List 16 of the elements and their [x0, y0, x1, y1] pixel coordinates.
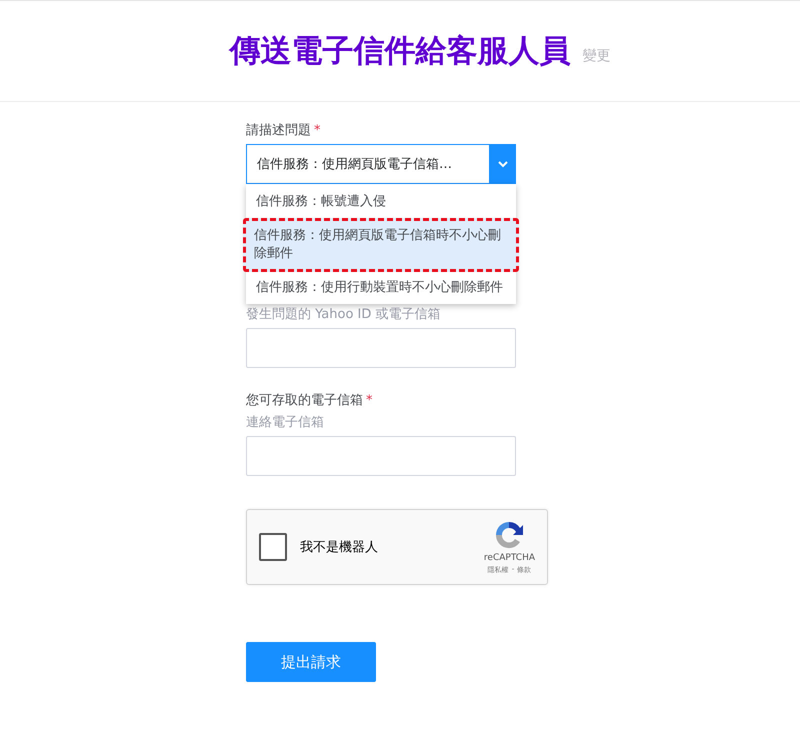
- field-label: 發生問題的 Yahoo ID 或電子信箱: [246, 306, 442, 324]
- captcha-brand: reCAPTCHA: [484, 553, 535, 563]
- chevron-down-icon: [498, 160, 508, 168]
- dropdown-option[interactable]: 信件服務：使用行動裝置時不小心刪除郵件: [246, 274, 516, 302]
- dropdown-option[interactable]: 信件服務：帳號遭入侵: [246, 188, 516, 216]
- captcha-checkbox[interactable]: [259, 533, 287, 561]
- input-field[interactable]: [246, 328, 516, 368]
- captcha-label: 我不是機器人: [300, 539, 379, 556]
- field-hint: 連絡電子信箱: [246, 414, 325, 432]
- page-title: 傳送電子信件給客服人員: [230, 32, 570, 71]
- input-field[interactable]: [246, 436, 516, 476]
- field-label: 請描述問題 *: [246, 122, 322, 140]
- refresh-arrows-icon: [493, 519, 526, 551]
- dropdown-option[interactable]: 信件服務：使用網頁版電子信箱時不小心刪除郵件: [243, 218, 519, 272]
- field-label: 您可存取的電子信箱 *: [246, 392, 374, 410]
- problem-select[interactable]: 信件服務：使用網頁版電子信箱…: [246, 144, 516, 184]
